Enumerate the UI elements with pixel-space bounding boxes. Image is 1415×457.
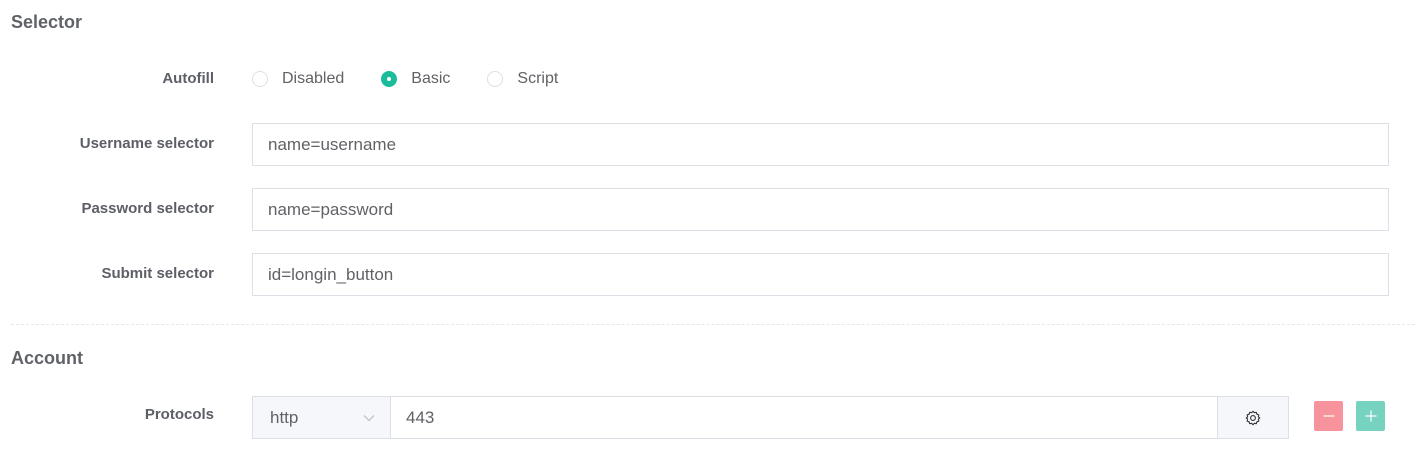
account-section-title: Account	[11, 348, 83, 368]
minus-icon	[1322, 409, 1336, 423]
plus-icon	[1364, 409, 1378, 423]
submit-selector-input[interactable]	[252, 253, 1389, 296]
password-selector-label: Password selector	[81, 200, 214, 217]
protocol-select[interactable]: http	[253, 397, 391, 438]
radio-basic-circle[interactable]	[381, 71, 398, 87]
protocols-label: Protocols	[144, 406, 214, 423]
radio-disabled-label: Disabled	[282, 70, 345, 87]
submit-selector-label: Submit selector	[101, 265, 214, 282]
password-selector-input[interactable]	[252, 188, 1389, 231]
autofill-radio-basic[interactable]: Basic	[381, 70, 450, 88]
gear-icon	[1245, 410, 1261, 426]
username-selector-input[interactable]	[252, 123, 1389, 166]
radio-script-label: Script	[517, 70, 559, 87]
protocol-settings-button[interactable]	[1217, 397, 1288, 438]
autofill-radio-group: Disabled Basic Script	[252, 69, 595, 89]
port-input[interactable]	[391, 397, 1217, 438]
selector-section-title: Selector	[11, 12, 83, 32]
add-protocol-button[interactable]	[1356, 401, 1385, 431]
username-selector-label: Username selector	[79, 135, 214, 152]
protocol-select-value: http	[270, 407, 299, 427]
autofill-radio-script[interactable]: Script	[487, 70, 558, 88]
autofill-label: Autofill	[162, 70, 214, 87]
radio-basic-label: Basic	[411, 70, 451, 87]
protocol-input-group: http	[252, 396, 1289, 439]
radio-disabled-circle[interactable]	[252, 71, 268, 87]
remove-protocol-button[interactable]	[1314, 401, 1343, 431]
section-divider	[11, 324, 1415, 325]
autofill-radio-disabled[interactable]: Disabled	[252, 70, 344, 88]
radio-script-circle[interactable]	[487, 71, 504, 87]
chevron-down-icon	[362, 411, 376, 425]
